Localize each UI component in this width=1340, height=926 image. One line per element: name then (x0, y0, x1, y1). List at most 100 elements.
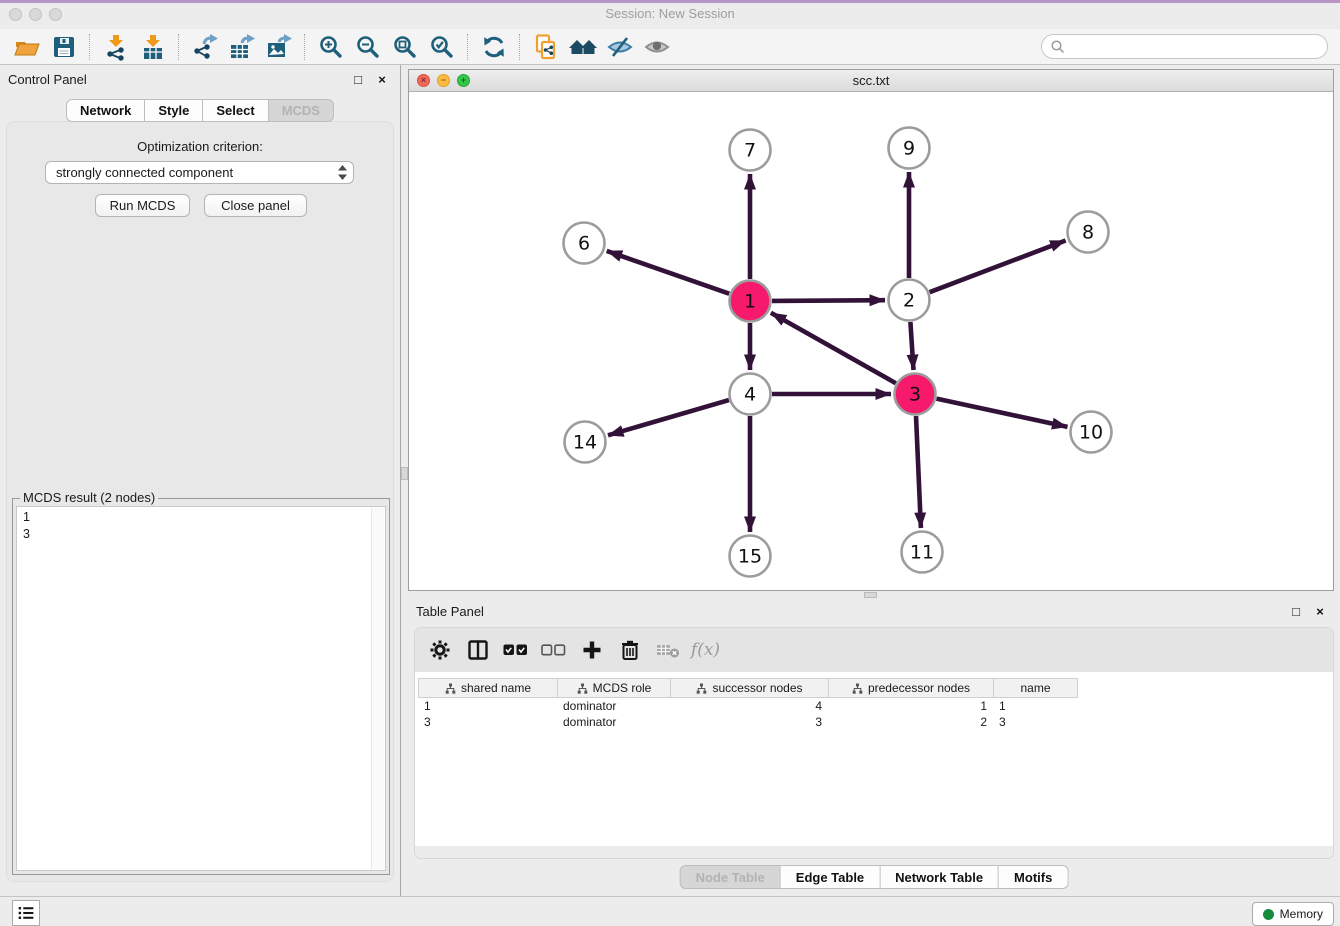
add-column-button[interactable] (579, 636, 604, 664)
graph-node-2[interactable]: 2 (889, 280, 930, 321)
table-row[interactable]: 1dominator411 (418, 698, 1077, 714)
export-network-button[interactable] (186, 32, 223, 62)
new-network-from-selection-button[interactable] (527, 32, 564, 62)
run-mcds-button[interactable]: Run MCDS (95, 194, 190, 217)
network-window-titlebar[interactable]: × − + scc.txt (409, 70, 1333, 92)
apply-layout-button[interactable] (475, 32, 512, 62)
column-header-successor-nodes[interactable]: successor nodes (671, 679, 829, 697)
float-table-panel-icon[interactable]: □ (1288, 603, 1304, 619)
tab-network[interactable]: Network (66, 99, 145, 122)
search-icon (1050, 39, 1066, 55)
mcds-result-list[interactable]: 13 (16, 506, 386, 871)
mcds-result-title: MCDS result (2 nodes) (20, 490, 158, 505)
tab-edge-table[interactable]: Edge Table (781, 865, 880, 889)
zoom-selected-icon (428, 33, 456, 61)
task-history-button[interactable] (12, 900, 40, 926)
column-header-name[interactable]: name (994, 679, 1078, 697)
tab-select[interactable]: Select (203, 99, 268, 122)
close-panel-button[interactable]: Close panel (204, 194, 307, 217)
delete-column-button[interactable] (617, 636, 642, 664)
tab-network-table[interactable]: Network Table (880, 865, 999, 889)
graph-node-3[interactable]: 3 (895, 374, 936, 415)
close-panel-icon[interactable]: × (374, 71, 390, 87)
select-all-button[interactable] (503, 636, 528, 664)
column-header-MCDS-role[interactable]: MCDS role (558, 679, 671, 697)
table-cell[interactable]: 2 (828, 714, 993, 730)
import-table-button[interactable] (134, 32, 171, 62)
export-table-button[interactable] (223, 32, 260, 62)
graph-node-11[interactable]: 11 (902, 532, 943, 573)
search-field[interactable] (1041, 34, 1328, 59)
network-canvas[interactable]: 7 9 6 8 1 2 4 3 14 10 15 11 (409, 93, 1333, 590)
memory-button[interactable]: Memory (1252, 902, 1334, 926)
graph-node-label: 9 (903, 138, 915, 160)
search-input[interactable] (1070, 37, 1327, 57)
hide-eye-slash-button[interactable] (601, 32, 638, 62)
tab-node-table[interactable]: Node Table (680, 865, 781, 889)
table-panel-header: Table Panel □ × (408, 599, 1340, 625)
table-panel-tabs: Node TableEdge TableNetwork TableMotifs (680, 865, 1069, 889)
export-image-button[interactable] (260, 32, 297, 62)
graph-node-10[interactable]: 10 (1071, 412, 1112, 453)
horizontal-splitter[interactable] (408, 591, 1340, 599)
open-session-button[interactable] (8, 32, 45, 62)
double-house-button[interactable] (564, 32, 601, 62)
graph-node-6[interactable]: 6 (564, 223, 605, 264)
table-cell[interactable]: dominator (557, 698, 670, 714)
vertical-splitter-handle[interactable] (401, 467, 408, 480)
table-cell[interactable]: 1 (828, 698, 993, 714)
graph-node-label: 4 (744, 384, 756, 406)
zoom-selected-button[interactable] (423, 32, 460, 62)
tab-style[interactable]: Style (145, 99, 203, 122)
float-panel-icon[interactable]: □ (350, 71, 366, 87)
graph-node-label: 2 (903, 290, 915, 312)
tab-mcds[interactable]: MCDS (269, 99, 334, 122)
graph-edge-2-3[interactable] (910, 322, 913, 370)
zoom-fit-button[interactable] (386, 32, 423, 62)
graph-edge-1-6[interactable] (607, 251, 730, 294)
table-cell[interactable]: 4 (670, 698, 828, 714)
vertical-splitter[interactable] (400, 65, 408, 896)
table-row[interactable]: 3dominator323 (418, 714, 1077, 730)
graph-node-label: 10 (1079, 422, 1103, 444)
graph-node-8[interactable]: 8 (1068, 212, 1109, 253)
table-cell[interactable]: dominator (557, 714, 670, 730)
tab-motifs[interactable]: Motifs (999, 865, 1068, 889)
application-window: Session: New Session (0, 0, 1340, 926)
close-table-panel-icon[interactable]: × (1312, 603, 1328, 619)
show-eye-button[interactable] (638, 32, 675, 62)
import-network-button[interactable] (97, 32, 134, 62)
horizontal-splitter-handle[interactable] (864, 592, 877, 598)
split-panel-button[interactable] (465, 636, 490, 664)
column-header-predecessor-nodes[interactable]: predecessor nodes (829, 679, 994, 697)
table-cell[interactable]: 3 (670, 714, 828, 730)
graph-edge-2-8[interactable] (930, 241, 1066, 293)
table-settings-button[interactable] (427, 636, 452, 664)
graph-edge-3-1[interactable] (771, 313, 896, 383)
graph-node-4[interactable]: 4 (730, 374, 771, 415)
table-cell[interactable]: 3 (993, 714, 1077, 730)
graph-edge-3-11[interactable] (916, 416, 921, 528)
graph-node-label: 8 (1082, 222, 1094, 244)
graph-edge-3-10[interactable] (937, 399, 1068, 427)
graph-node-label: 11 (910, 542, 934, 564)
graph-node-15[interactable]: 15 (730, 536, 771, 577)
result-scrollbar[interactable] (371, 508, 384, 869)
table-cell[interactable]: 1 (993, 698, 1077, 714)
plus-icon (581, 639, 603, 661)
table-cell[interactable]: 3 (418, 714, 557, 730)
graph-edge-1-2[interactable] (772, 300, 885, 301)
graph-node-9[interactable]: 9 (889, 128, 930, 169)
deselect-all-button[interactable] (541, 636, 566, 664)
criterion-dropdown[interactable]: strongly connected component (45, 161, 354, 184)
graph-edge-4-14[interactable] (608, 400, 729, 435)
column-header-shared-name[interactable]: shared name (419, 679, 558, 697)
network-graph-svg[interactable]: 7 9 6 8 1 2 4 3 14 10 15 11 (409, 93, 1333, 591)
graph-node-14[interactable]: 14 (565, 422, 606, 463)
graph-node-7[interactable]: 7 (730, 130, 771, 171)
zoom-in-button[interactable] (312, 32, 349, 62)
table-cell[interactable]: 1 (418, 698, 557, 714)
zoom-out-button[interactable] (349, 32, 386, 62)
save-session-button[interactable] (45, 32, 82, 62)
graph-node-1[interactable]: 1 (730, 281, 771, 322)
